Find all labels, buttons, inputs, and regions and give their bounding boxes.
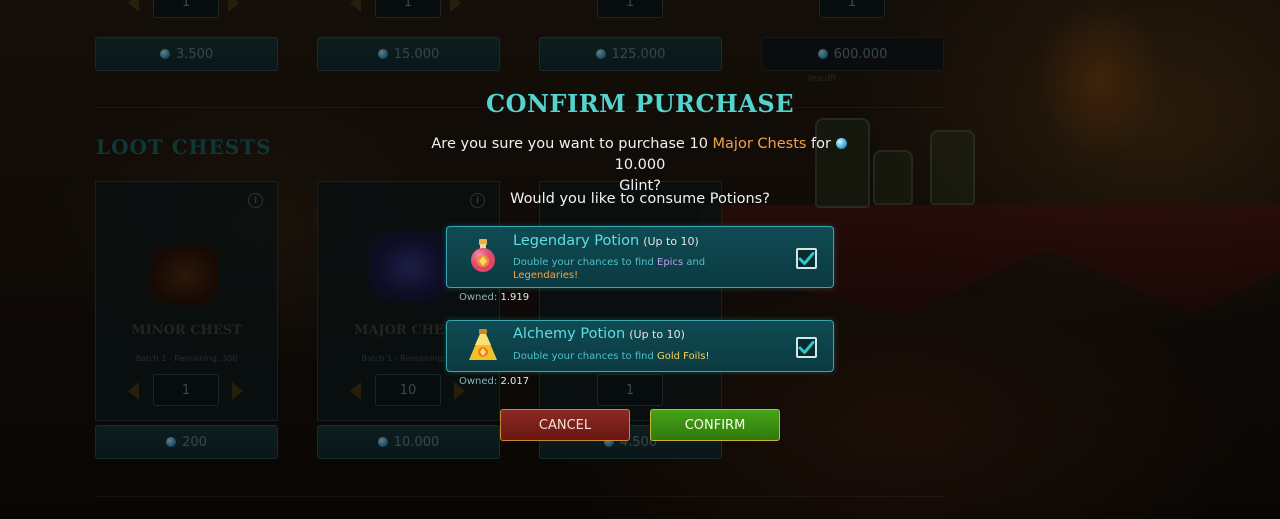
potion-name: Alchemy Potion (Up to 10)	[513, 326, 685, 342]
glint-gem-icon	[835, 138, 847, 149]
alchemy-potion-checkbox[interactable]	[796, 337, 817, 358]
dialog-title: CONFIRM PURCHASE	[485, 89, 795, 118]
alchemy-potion-icon	[469, 329, 497, 360]
owned-count: Owned: 1.919	[459, 292, 530, 303]
legendary-potion-option[interactable]: Legendary Potion (Up to 10) Double your c…	[446, 226, 834, 288]
cancel-button[interactable]: CANCEL	[500, 409, 630, 441]
potion-limit: (Up to 10)	[629, 328, 685, 341]
legendary-potion-icon	[471, 239, 495, 272]
check-icon	[798, 252, 815, 265]
check-icon	[798, 341, 815, 354]
legendary-potion-checkbox[interactable]	[796, 248, 817, 269]
price-amount: 10.000	[614, 157, 666, 173]
owned-count: Owned: 2.017	[459, 376, 530, 387]
potion-question: Would you like to consume Potions?	[510, 191, 770, 207]
purchase-question: Are you sure you want to purchase 10 Maj…	[408, 134, 872, 197]
potion-description: Double your chances to find Gold Foils!	[513, 351, 710, 362]
confirm-button[interactable]: CONFIRM	[650, 409, 780, 441]
potion-name: Legendary Potion (Up to 10)	[513, 233, 699, 249]
alchemy-potion-option[interactable]: Alchemy Potion (Up to 10) Double your cha…	[446, 320, 834, 372]
potion-description: Double your chances to find Epics and Le…	[513, 257, 706, 281]
item-name: Major Chests	[712, 136, 807, 152]
potion-limit: (Up to 10)	[643, 235, 699, 248]
